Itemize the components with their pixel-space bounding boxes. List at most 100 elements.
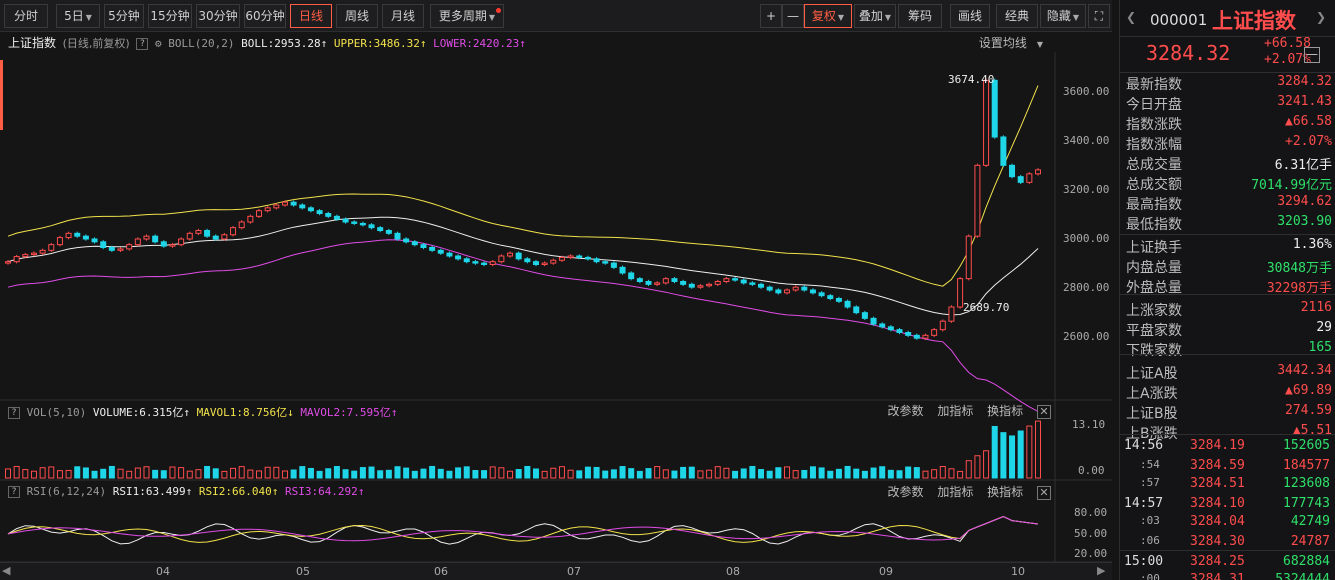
candle-body [602, 261, 609, 264]
period-button[interactable]: 更多周期 ▼ [430, 4, 504, 28]
period-button[interactable]: 日线 [290, 4, 332, 28]
period-button[interactable]: 5日 ▼ [56, 4, 100, 28]
candle-body [827, 295, 834, 299]
candle-body [290, 201, 297, 206]
candle-body [333, 215, 340, 220]
volume-bar [498, 467, 505, 479]
quote-row: 上证B股 274.59 [1126, 403, 1332, 423]
quote-label: 上A涨跌 [1126, 386, 1178, 402]
collapse-icon[interactable]: — [1304, 47, 1320, 63]
volume-bar [922, 470, 929, 479]
month-label: 08 [726, 565, 740, 578]
help-icon[interactable]: ? [8, 486, 20, 498]
period-button[interactable]: 分时 [4, 4, 48, 28]
volume-bar [913, 467, 920, 479]
quote-row: 指数涨跌 ▲66.58 [1126, 114, 1332, 134]
change-params-link[interactable]: 改参数 [887, 404, 923, 418]
hide-button[interactable]: 隐藏 ▼ [1040, 4, 1086, 28]
period-button[interactable]: 周线 [336, 4, 378, 28]
volume-bar [835, 468, 842, 479]
period-button[interactable]: 15分钟 [148, 4, 192, 28]
candle-body [212, 235, 219, 240]
volume-bar [844, 465, 851, 479]
candle-body [394, 232, 401, 240]
tick-row: :54 3284.59 184577 [1120, 458, 1335, 478]
volume-bar [645, 468, 652, 479]
high-annotation: 3674.40 [948, 73, 995, 86]
candle-body [749, 282, 756, 285]
candle-body [48, 244, 55, 251]
candle-body [524, 258, 531, 263]
period-button[interactable]: 5分钟 [104, 4, 144, 28]
volume-bar [256, 470, 263, 479]
close-icon[interactable]: ✕ [1037, 485, 1051, 500]
candle-body [957, 278, 964, 308]
switch-indicator-link[interactable]: 换指标 [987, 485, 1023, 499]
volume-bar [455, 467, 462, 479]
volume-bar [628, 468, 635, 479]
kline-ytick: 3200.00 [1063, 183, 1110, 196]
period-button[interactable]: 月线 [382, 4, 424, 28]
time-axis: ◀ ▶ 04 05 06 07 08 09 10 [0, 562, 1112, 580]
rsi-ytick-80: 80.00 [1074, 506, 1108, 519]
quote-value: 29 [1316, 320, 1332, 335]
candle-body [896, 329, 903, 333]
zoom-in-button[interactable]: + [760, 4, 782, 28]
chips-button[interactable]: 筹码 [898, 4, 942, 28]
help-icon[interactable]: ? [8, 407, 20, 419]
volume-bar [290, 469, 297, 479]
period-button[interactable]: 60分钟 [244, 4, 286, 28]
scroll-right-icon[interactable]: ▶ [1097, 564, 1105, 577]
tick-volume: 24787 [1290, 534, 1330, 549]
mavol1-value: MAVOL1:8.756亿 [196, 406, 288, 419]
rsi-indicator-name[interactable]: RSI(6,12,24) [27, 485, 106, 498]
candle-body [100, 241, 107, 248]
adjust-button[interactable]: 复权 ▼ [804, 4, 852, 28]
scroll-left-icon[interactable]: ◀ [2, 564, 10, 577]
volume-bar [429, 465, 436, 479]
add-indicator-link[interactable]: 加指标 [937, 404, 973, 418]
volume-bar [160, 470, 167, 479]
candle-body [74, 232, 81, 237]
volume-bar [403, 467, 410, 479]
quote-label: 上证A股 [1126, 366, 1178, 382]
quote-label: 上证B股 [1126, 406, 1178, 422]
change-params-link[interactable]: 改参数 [887, 485, 923, 499]
volume-bar [169, 466, 176, 479]
classic-button[interactable]: 经典 [996, 4, 1038, 28]
tick-volume: 152605 [1283, 438, 1330, 453]
candle-body [922, 334, 929, 339]
quote-value: 165 [1308, 340, 1332, 355]
quote-label: 平盘家数 [1126, 323, 1182, 339]
prev-stock-icon[interactable]: ❮ [1126, 10, 1136, 24]
volume-bar [723, 467, 730, 479]
add-indicator-link[interactable]: 加指标 [937, 485, 973, 499]
vol-indicator-name[interactable]: VOL(5,10) [27, 406, 87, 419]
volume-bar [342, 469, 349, 479]
expand-icon[interactable]: ⛶ [1088, 4, 1110, 28]
candle-body [178, 238, 185, 246]
period-label: 5日 [64, 9, 84, 23]
quote-row: 最新指数 3284.32 [1126, 74, 1332, 94]
candle-body [299, 204, 306, 209]
quote-value: 3284.32 [1277, 74, 1332, 89]
overlay-button[interactable]: 叠加 ▼ [854, 4, 896, 28]
close-icon[interactable]: ✕ [1037, 404, 1051, 419]
switch-indicator-link[interactable]: 换指标 [987, 404, 1023, 418]
next-stock-icon[interactable]: ❯ [1316, 10, 1326, 24]
month-label: 06 [434, 565, 448, 578]
candle-body [377, 227, 384, 232]
draw-button[interactable]: 画线 [950, 4, 990, 28]
period-button[interactable]: 30分钟 [196, 4, 240, 28]
volume-bar [143, 466, 150, 479]
zoom-out-button[interactable]: — [782, 4, 804, 28]
period-label: 30分钟 [198, 9, 238, 23]
quote-label: 总成交额 [1126, 177, 1182, 193]
volume-bar [870, 467, 877, 479]
candle-body [671, 278, 678, 283]
volume-bar [1035, 420, 1041, 479]
volume-bar [766, 470, 773, 479]
volume-bar [576, 470, 583, 479]
volume-bar [420, 468, 427, 479]
rsi2-value: RSI2:66.040 [198, 485, 272, 498]
